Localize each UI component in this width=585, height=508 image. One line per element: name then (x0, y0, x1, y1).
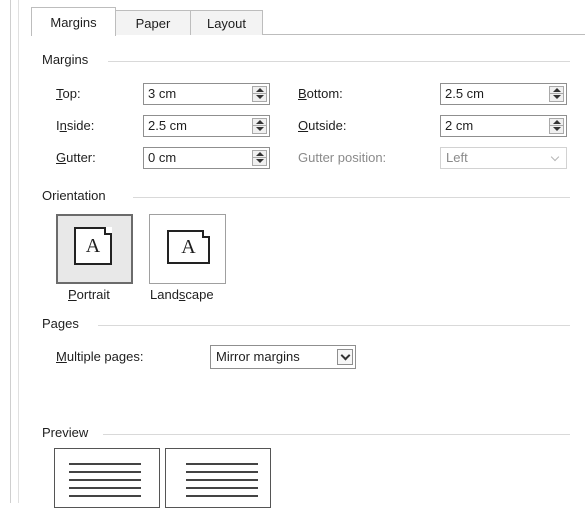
preview-group-title: Preview (42, 425, 89, 440)
portrait-label: Portrait (68, 287, 110, 302)
multiple-pages-label: Multiple pages: (56, 349, 144, 364)
spin-arrows-icon[interactable] (252, 118, 267, 134)
chevron-down-icon[interactable] (337, 349, 353, 365)
bottom-margin-value: 2.5 cm (445, 86, 485, 101)
top-margin-spinbox[interactable]: 3 cm (143, 83, 270, 105)
landscape-label: Landscape (150, 287, 214, 302)
preview-page-right (165, 448, 271, 508)
tab-paper[interactable]: Paper (115, 10, 191, 35)
inside-label: Inside: (56, 118, 95, 133)
gutter-position-value: Left (446, 150, 468, 165)
inside-margin-spinbox[interactable]: 2.5 cm (143, 115, 270, 137)
gutter-value: 0 cm (148, 150, 177, 165)
spin-arrows-icon[interactable] (252, 150, 267, 166)
preview-group-line (103, 434, 570, 435)
top-label: Top: (56, 86, 81, 101)
bottom-margin-spinbox[interactable]: 2.5 cm (440, 83, 567, 105)
tab-layout[interactable]: Layout (190, 10, 263, 35)
spin-arrows-icon[interactable] (549, 118, 564, 134)
gutter-position-label: Gutter position: (298, 150, 387, 165)
spin-down-button[interactable] (550, 126, 563, 133)
margins-group-line (108, 61, 570, 62)
spin-down-button[interactable] (253, 158, 266, 165)
pages-group-line (98, 325, 570, 326)
portrait-page-icon: A (74, 227, 112, 265)
spin-down-button[interactable] (253, 94, 266, 101)
margins-group-title: Margins (42, 52, 89, 67)
landscape-button[interactable]: A (149, 214, 226, 284)
frame-border-left (10, 0, 11, 503)
preview-page-left (54, 448, 160, 508)
gutter-label: Gutter: (56, 150, 96, 165)
spin-arrows-icon[interactable] (549, 86, 564, 102)
spin-down-button[interactable] (550, 94, 563, 101)
pages-group-title: Pages (42, 316, 79, 331)
outside-margin-spinbox[interactable]: 2 cm (440, 115, 567, 137)
portrait-button[interactable]: A (56, 214, 133, 284)
inside-margin-value: 2.5 cm (148, 118, 188, 133)
bottom-label: Bottom: (298, 86, 343, 101)
multiple-pages-dropdown[interactable]: Mirror margins (210, 345, 356, 369)
orientation-group-title: Orientation (42, 188, 106, 203)
orientation-group-line (133, 197, 570, 198)
top-margin-value: 3 cm (148, 86, 177, 101)
spin-arrows-icon[interactable] (252, 86, 267, 102)
spin-down-button[interactable] (253, 126, 266, 133)
gutter-position-dropdown[interactable]: Left (440, 147, 567, 169)
outside-label: Outside: (298, 118, 347, 133)
chevron-down-icon (548, 150, 564, 166)
multiple-pages-value: Mirror margins (216, 349, 300, 364)
frame-border-inner (18, 0, 19, 503)
landscape-page-icon: A (167, 230, 210, 264)
outside-margin-value: 2 cm (445, 118, 474, 133)
gutter-spinbox[interactable]: 0 cm (143, 147, 270, 169)
tab-margins[interactable]: Margins (31, 7, 116, 36)
